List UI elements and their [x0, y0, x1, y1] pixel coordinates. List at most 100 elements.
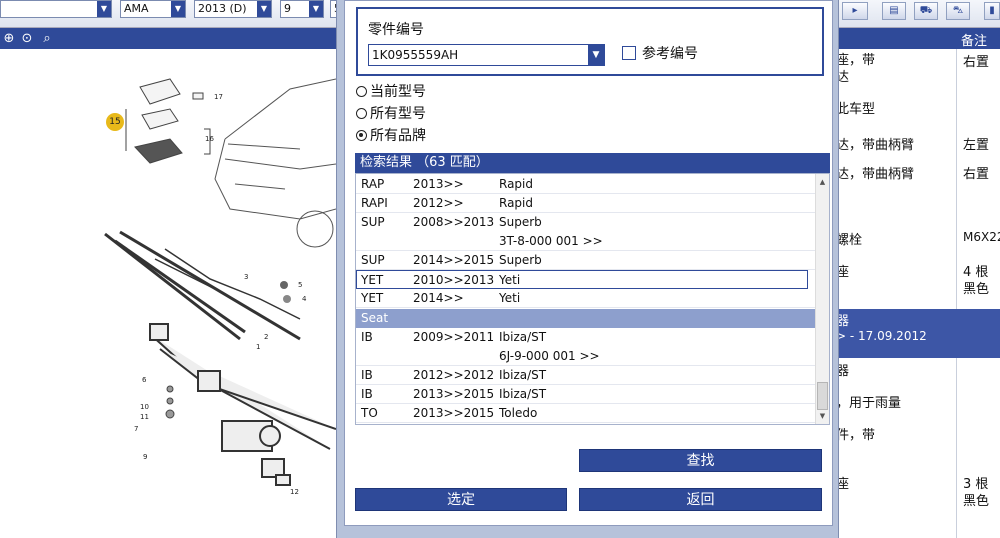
chevron-down-icon[interactable]: ▼	[97, 1, 111, 17]
callout-badge-15[interactable]: 15	[106, 113, 124, 131]
table-cell: 右置	[963, 55, 990, 70]
search-icon[interactable]: ⌕	[38, 30, 56, 47]
cart-button[interactable]: ⛍	[946, 2, 970, 20]
sensor-parts	[134, 78, 204, 164]
radio-all-models[interactable]	[356, 108, 367, 119]
result-name: Ibiza/ST	[499, 387, 547, 401]
scroll-up-icon[interactable]: ▲	[816, 176, 829, 189]
result-row[interactable]: SUP 2014>>2015 Superb	[356, 251, 816, 270]
vehicle-outline	[214, 78, 336, 248]
result-row[interactable]: YET 2014>> Yeti	[356, 289, 816, 308]
diagram-label: 6	[142, 376, 147, 384]
result-code: YET	[361, 291, 384, 305]
result-name: Superb	[499, 253, 542, 267]
result-name: Ibiza/ST	[499, 368, 547, 382]
result-row[interactable]: SUP 2008>>2013 Superb	[356, 213, 816, 232]
diagram-label: 5	[298, 281, 302, 289]
result-years: 2008>>2013	[413, 215, 495, 229]
diagram-label: 10	[140, 403, 149, 411]
wiper-diagram-svg: 17 16 3 5 4 2 1 6 10 11 7 9 12	[104, 78, 336, 496]
table-cell: 右置	[963, 167, 990, 182]
result-years: 2012>>2012	[413, 368, 495, 382]
part-number-group: 零件编号 1K0955559AH ▼ 参考编号	[356, 7, 824, 76]
parts-diagram: 17 16 3 5 4 2 1 6 10 11 7 9 12 15	[0, 49, 336, 538]
table-cell: M6X22	[963, 230, 1000, 244]
reference-number-checkbox[interactable]	[622, 46, 636, 60]
scroll-down-icon[interactable]: ▼	[816, 410, 829, 423]
table-cell: 螺栓	[836, 233, 863, 248]
result-years: 2009>>2011	[413, 330, 495, 344]
result-name: Yeti	[499, 273, 521, 287]
zoom-fit-icon[interactable]: ⊙	[18, 30, 36, 47]
result-years: 2013>>	[413, 177, 464, 191]
diagram-label: 17	[214, 93, 223, 101]
reference-number-label: 参考编号	[642, 46, 698, 62]
diagram-label: 4	[302, 295, 307, 303]
print-icon: ▤	[889, 5, 899, 16]
category-select-value: 9	[284, 2, 291, 15]
result-name: Rapid	[499, 177, 533, 191]
print-button[interactable]: ▤	[882, 2, 906, 20]
result-row-detail[interactable]: 3T-8-000 001 >>	[356, 232, 816, 251]
part-number-value: 1K0955559AH	[372, 48, 459, 62]
model-select-value: AMA	[124, 2, 149, 15]
year-select-value: 2013 (D)	[198, 2, 247, 15]
notes-column-header: 备注	[961, 34, 988, 49]
vehicle-button[interactable]: ⛟	[914, 2, 938, 20]
result-row-detail[interactable]: 6J-9-000 001 >>	[356, 347, 816, 366]
result-row-selected[interactable]: YET 2010>>2013 Yeti	[356, 270, 808, 289]
table-cell: 此车型	[836, 102, 876, 117]
table-cell: 黑色	[963, 282, 990, 297]
results-scrollbar[interactable]: ▲ ▼	[815, 174, 829, 424]
result-years: 2010>>2013	[413, 273, 495, 287]
result-code: SUP	[361, 253, 385, 267]
year-select[interactable]: 2013 (D) ▼	[194, 0, 272, 18]
brand-select[interactable]: ▼	[0, 0, 112, 18]
table-cell: ，用于雨量	[836, 396, 902, 411]
radio-current-model[interactable]	[356, 86, 367, 97]
result-years: 2012>>	[413, 196, 464, 210]
chevron-down-icon[interactable]: ▼	[309, 1, 323, 17]
radio-current-model-label: 当前型号	[370, 84, 426, 100]
result-row[interactable]: IB 2012>>2012 Ibiza/ST	[356, 366, 816, 385]
table-cell: > - 17.09.2012	[836, 329, 927, 343]
result-name: Ibiza/ST	[499, 330, 547, 344]
diagram-label: 1	[256, 343, 260, 351]
dialog-body: 零件编号 1K0955559AH ▼ 参考编号 当前型号 所有型号 所有品牌 检…	[344, 0, 833, 526]
diagram-label: 16	[205, 135, 214, 143]
zoom-in-icon[interactable]: ⊕	[0, 30, 18, 47]
result-group-header[interactable]: Seat	[356, 309, 816, 328]
vehicle-icon: ⛟	[919, 5, 933, 16]
diagram-label: 9	[143, 453, 147, 461]
radio-all-brands[interactable]	[356, 130, 367, 141]
result-row[interactable]: IB 2009>>2011 Ibiza/ST	[356, 328, 816, 347]
diagram-label: 12	[290, 488, 299, 496]
result-years: 2014>>2015	[413, 253, 495, 267]
column-divider	[956, 49, 957, 538]
result-years: 2013>>2015	[413, 406, 495, 420]
result-row[interactable]: TO 2013>>2015 Toledo	[356, 404, 816, 423]
chevron-down-icon[interactable]: ▼	[588, 45, 604, 65]
chevron-down-icon[interactable]: ▼	[171, 1, 185, 17]
search-button[interactable]: 查找	[579, 449, 822, 472]
more-button[interactable]: ▮	[984, 2, 1000, 20]
result-row[interactable]: IB 2013>>2015 Ibiza/ST	[356, 385, 816, 404]
category-select[interactable]: 9 ▼	[280, 0, 324, 18]
chevron-down-icon[interactable]: ▼	[257, 1, 271, 17]
result-code: TO	[361, 406, 378, 420]
radio-all-models-label: 所有型号	[370, 106, 426, 122]
model-select[interactable]: AMA ▼	[120, 0, 186, 18]
part-number-input[interactable]: 1K0955559AH ▼	[368, 44, 605, 66]
back-button[interactable]: 返回	[579, 488, 822, 511]
scroll-thumb[interactable]	[817, 382, 828, 410]
select-button[interactable]: 选定	[355, 488, 567, 511]
results-list[interactable]: RAP 2013>> Rapid RAPI 2012>> Rapid SUP 2…	[355, 173, 830, 425]
step-forward-button[interactable]: ▸	[842, 2, 868, 20]
results-header: 检索结果 （63 匹配）	[355, 153, 830, 173]
result-row[interactable]: RAP 2013>> Rapid	[356, 175, 816, 194]
app-window: ▼ AMA ▼ 2013 (D) ▼ 9 ▼ 5 ▸ ▤ ⛟ ⛍ ▮ ⊕ ⊙ ⌕…	[0, 0, 1000, 538]
table-cell: 达，带曲柄臂	[836, 167, 915, 182]
result-row[interactable]: RAPI 2012>> Rapid	[356, 194, 816, 213]
table-cell: 达，带曲柄臂	[836, 138, 915, 153]
result-name: Rapid	[499, 196, 533, 210]
